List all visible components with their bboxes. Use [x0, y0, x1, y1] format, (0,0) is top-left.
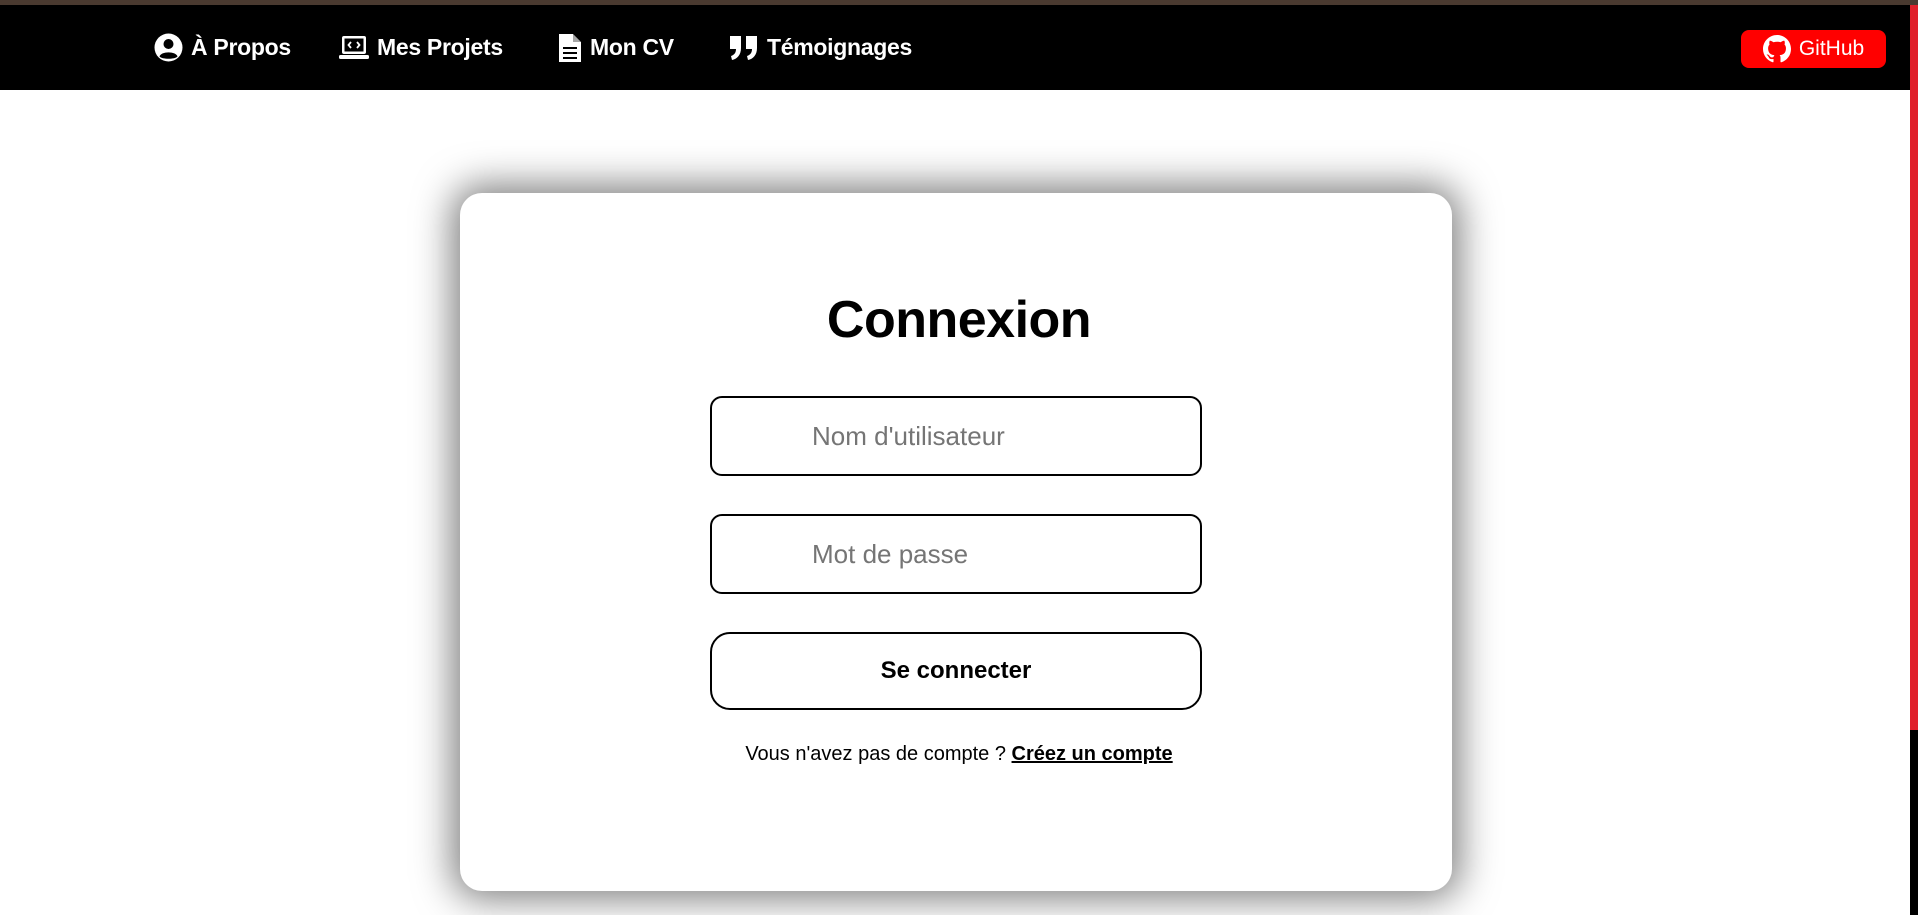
github-button-label: GitHub [1798, 37, 1865, 60]
create-account-link[interactable]: Créez un compte [1012, 743, 1173, 765]
nav-item-mes-projets[interactable]: Mes Projets [339, 5, 503, 90]
login-title: Connexion [826, 291, 1092, 349]
laptop-code-icon [339, 35, 369, 61]
username-input[interactable] [710, 396, 1202, 476]
user-circle-icon [154, 33, 183, 62]
nav-item-label: Mes Projets [377, 34, 503, 60]
nav-item-temoignages[interactable]: Témoignages [729, 5, 912, 90]
document-icon [558, 33, 582, 63]
nav-item-label: Mon CV [590, 34, 674, 60]
nav-item-label: À Propos [191, 34, 291, 60]
signup-prompt-text: Vous n'avez pas de compte ? [745, 743, 1006, 765]
nav-item-mon-cv[interactable]: Mon CV [558, 5, 674, 90]
nav-item-a-propos[interactable]: À Propos [154, 5, 291, 90]
signup-prompt: Vous n'avez pas de compte ? Créez un com… [0, 743, 1918, 766]
right-edge-bar [1910, 5, 1918, 730]
quote-icon [729, 35, 759, 61]
password-input[interactable] [710, 514, 1202, 594]
github-icon [1762, 35, 1791, 63]
nav-item-label: Témoignages [767, 34, 912, 60]
top-navbar: À Propos Mes Projets Mon CV Témoignages … [0, 5, 1910, 90]
login-submit-button[interactable]: Se connecter [710, 632, 1202, 710]
github-button[interactable]: GitHub [1741, 30, 1886, 68]
